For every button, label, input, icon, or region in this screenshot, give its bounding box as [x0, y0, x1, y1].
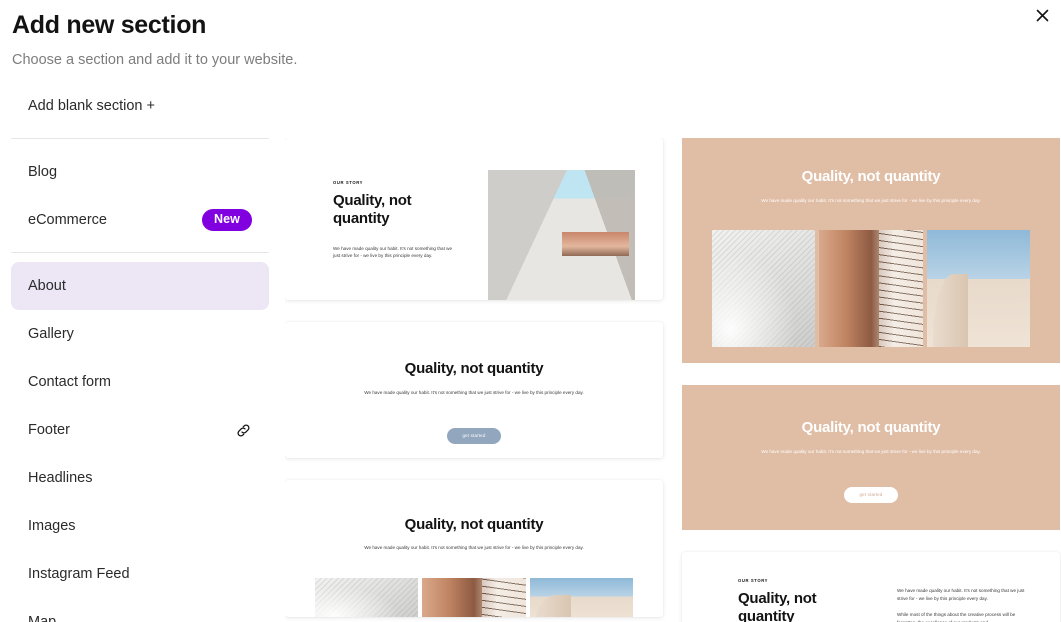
- sidebar-item-label: Footer: [28, 422, 70, 438]
- sidebar-item-label: Map: [28, 614, 57, 622]
- preview-eyebrow: OUR STORY: [333, 180, 364, 185]
- sidebar-item-label: Images: [28, 518, 76, 534]
- preview-heading: Quality, not quantity: [801, 419, 941, 436]
- preview-body: We have made quality our habit. It's not…: [897, 588, 1025, 601]
- preview-body: We have made quality our habit. It's not…: [761, 449, 981, 455]
- preview-body: We have made quality our habit. It's not…: [364, 545, 584, 551]
- close-button[interactable]: [1029, 3, 1055, 27]
- sidebar-item-images[interactable]: Images: [11, 502, 269, 550]
- sidebar-divider-top: [11, 138, 269, 139]
- preview-image-ceiling: [712, 229, 816, 347]
- section-preview-card-split-image[interactable]: OUR STORY Quality, not quantity We have …: [285, 138, 663, 300]
- sidebar-divider-middle: [11, 252, 269, 253]
- preview-get-started-button[interactable]: get started: [843, 486, 899, 504]
- preview-body: We have made quality our habit. It's not…: [364, 390, 584, 396]
- add-section-modal: Add new section Choose a section and add…: [0, 0, 1061, 622]
- preview-image-row: [710, 229, 1032, 347]
- sidebar-item-label: Instagram Feed: [28, 566, 130, 582]
- sidebar-item-label: Blog: [28, 164, 58, 180]
- preview-image-building: [488, 170, 635, 300]
- sidebar-item-label: Contact form: [28, 374, 111, 390]
- page-title: Add new section: [12, 11, 207, 39]
- preview-eyebrow: OUR STORY: [738, 578, 769, 583]
- link-icon[interactable]: [235, 422, 252, 439]
- sidebar-item-about[interactable]: About: [11, 262, 269, 310]
- sidebar-item-ecommerce[interactable]: eCommerce New: [11, 196, 269, 244]
- preview-text-block-left: OUR STORY Quality, not quantity: [710, 578, 890, 622]
- preview-body-secondary: While most of the things about the creat…: [897, 612, 1016, 622]
- preview-heading: Quality, not quantity: [738, 590, 817, 622]
- preview-button-wrap: get started: [742, 483, 1000, 504]
- preview-image-ceiling: [315, 577, 419, 617]
- preview-image-sky: [926, 229, 1030, 347]
- section-preview-card-peach-gallery[interactable]: Quality, not quantity We have made quali…: [682, 138, 1060, 363]
- preview-image-row: [313, 577, 635, 617]
- sidebar-item-add-blank-section[interactable]: Add blank section +: [11, 82, 269, 130]
- preview-image-sky: [529, 577, 633, 617]
- preview-column-left: OUR STORY Quality, not quantity We have …: [285, 138, 663, 622]
- preview-heading: Quality, not quantity: [801, 168, 941, 185]
- preview-image-stairs: [422, 577, 526, 617]
- sidebar-item-instagram-feed[interactable]: Instagram Feed: [11, 550, 269, 598]
- preview-column-right: Quality, not quantity We have made quali…: [682, 138, 1060, 622]
- sidebar-item-label: About: [28, 278, 66, 294]
- preview-text-block-right: We have made quality our habit. It's not…: [897, 578, 1032, 622]
- section-preview-card-two-column-text[interactable]: OUR STORY Quality, not quantity We have …: [682, 552, 1060, 622]
- status-badge-new: New: [201, 209, 252, 231]
- sidebar-item-label: Headlines: [28, 470, 93, 486]
- preview-heading: Quality, not quantity: [404, 516, 544, 533]
- section-preview-card-centered-cta[interactable]: Quality, not quantity We have made quali…: [285, 322, 663, 458]
- sidebar-item-map[interactable]: Map: [11, 598, 269, 622]
- preview-image-stairs: [819, 229, 923, 347]
- preview-get-started-button[interactable]: get started: [446, 427, 502, 445]
- section-preview-card-centered-gallery[interactable]: Quality, not quantity We have made quali…: [285, 480, 663, 617]
- preview-heading: Quality, not quantity: [404, 360, 544, 377]
- page-subtitle: Choose a section and add it to your webs…: [12, 52, 298, 68]
- close-icon: [1036, 9, 1049, 22]
- sidebar-item-contact-form[interactable]: Contact form: [11, 358, 269, 406]
- preview-button-wrap: get started: [345, 424, 603, 445]
- sidebar-item-gallery[interactable]: Gallery: [11, 310, 269, 358]
- section-preview-grid: OUR STORY Quality, not quantity We have …: [285, 138, 1061, 622]
- sidebar-item-blog[interactable]: Blog: [11, 148, 269, 196]
- preview-heading: Quality, not quantity: [333, 192, 412, 228]
- sidebar-item-label: Gallery: [28, 326, 74, 342]
- sidebar-item-footer[interactable]: Footer: [11, 406, 269, 454]
- sidebar-item-headlines[interactable]: Headlines: [11, 454, 269, 502]
- preview-body: We have made quality our habit. It's not…: [761, 198, 981, 204]
- preview-text-block: OUR STORY Quality, not quantity We have …: [313, 170, 488, 268]
- sidebar-item-label: Add blank section +: [28, 98, 155, 114]
- sidebar-item-label: eCommerce: [28, 212, 107, 228]
- section-category-sidebar: Add blank section + Blog eCommerce New A…: [0, 82, 280, 622]
- section-preview-card-peach-cta[interactable]: Quality, not quantity We have made quali…: [682, 385, 1060, 530]
- preview-body: We have made quality our habit. It's not…: [333, 245, 453, 259]
